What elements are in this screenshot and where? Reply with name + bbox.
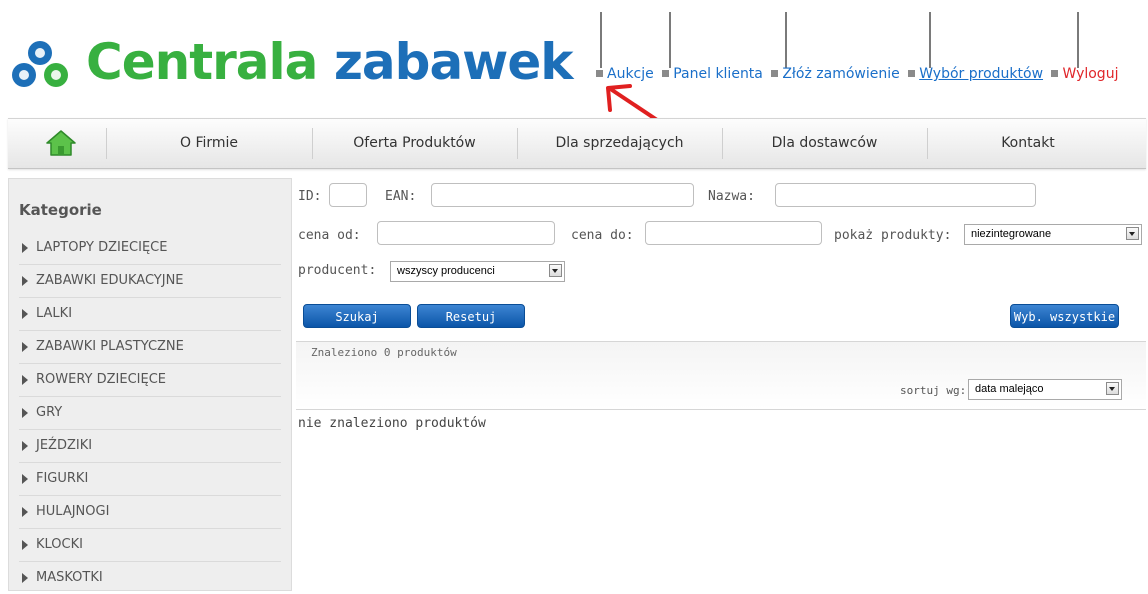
header-divider-line (1077, 12, 1079, 68)
category-label: LALKI (36, 306, 73, 321)
triangle-right-icon (22, 374, 28, 385)
id-input[interactable] (329, 183, 367, 207)
ean-label: EAN: (385, 189, 417, 204)
category-item[interactable]: FIGURKI (19, 463, 281, 496)
triangle-right-icon (22, 308, 28, 319)
category-label: KLOCKI (36, 537, 83, 552)
category-item[interactable]: LALKI (19, 298, 281, 331)
chevron-down-icon[interactable] (1126, 227, 1139, 240)
bullet-square-icon (771, 70, 779, 77)
category-item[interactable]: MASKOTKI (19, 562, 281, 594)
category-item[interactable]: HULAJNOGI (19, 496, 281, 529)
category-sidebar: Kategorie LAPTOPY DZIECIĘCE ZABAWKI EDUK… (8, 178, 292, 591)
sidebar-title: Kategorie (19, 201, 102, 219)
sort-label: sortuj wg: (900, 384, 967, 397)
no-results-message: nie znaleziono produktów (298, 416, 486, 431)
bullet-square-icon (596, 70, 603, 77)
sort-select[interactable]: data malejąco (968, 379, 1122, 400)
logo-word-2: zabawek (333, 33, 574, 91)
bullet-square-icon (662, 70, 670, 77)
logo-balls-icon (12, 41, 68, 87)
triangle-right-icon (22, 242, 28, 253)
results-toolbar: Znaleziono 0 produktów sortuj wg: data m… (296, 341, 1146, 410)
triangle-right-icon (22, 539, 28, 550)
header-divider-line (929, 12, 931, 68)
topnav-link-wyloguj[interactable]: Wyloguj (1062, 66, 1118, 82)
ean-input[interactable] (431, 183, 694, 207)
producer-label: producent: (298, 263, 377, 278)
logo-word-1: Centrala (86, 33, 318, 91)
menu-item-oferta-produktow[interactable]: Oferta Produktów (313, 119, 516, 168)
triangle-right-icon (22, 572, 28, 583)
category-item[interactable]: ZABAWKI EDUKACYJNE (19, 265, 281, 298)
chevron-down-icon[interactable] (549, 264, 562, 277)
menu-item-dla-sprzedajacych[interactable]: Dla sprzedających (518, 119, 721, 168)
header-divider-line (600, 12, 602, 68)
header-divider-line (669, 12, 671, 68)
menu-item-dla-dostawcow[interactable]: Dla dostawców (723, 119, 926, 168)
category-label: HULAJNOGI (36, 504, 110, 519)
menu-item-o-firmie[interactable]: O Firmie (107, 119, 311, 168)
category-label: JEŹDZIKI (36, 438, 93, 453)
triangle-right-icon (22, 341, 28, 352)
category-item[interactable]: LAPTOPY DZIECIĘCE (19, 232, 281, 265)
triangle-right-icon (22, 506, 28, 517)
producer-value: wszyscy producenci (397, 265, 495, 277)
category-item[interactable]: KLOCKI (19, 529, 281, 562)
topnav-link-wybor-produktow[interactable]: Wybór produktów (919, 66, 1043, 82)
chevron-down-icon[interactable] (1106, 382, 1119, 395)
category-label: LAPTOPY DZIECIĘCE (36, 240, 168, 255)
category-item[interactable]: ROWERY DZIECIĘCE (19, 364, 281, 397)
select-all-button[interactable]: Wyb. wszystkie (1010, 304, 1119, 328)
price-to-label: cena do: (571, 228, 634, 243)
category-item[interactable]: GRY (19, 397, 281, 430)
bullet-square-icon (1051, 70, 1059, 77)
triangle-right-icon (22, 473, 28, 484)
logo-text: Centrala zabawek (86, 30, 574, 94)
category-label: FIGURKI (36, 471, 89, 486)
reset-button[interactable]: Resetuj (417, 304, 525, 328)
topnav-link-zloz-zamowienie[interactable]: Złóż zamówienie (782, 66, 899, 82)
results-count: Znaleziono 0 produktów (311, 346, 457, 359)
price-from-input[interactable] (377, 221, 555, 245)
category-label: ZABAWKI EDUKACYJNE (36, 273, 184, 288)
category-item[interactable]: JEŹDZIKI (19, 430, 281, 463)
show-products-select[interactable]: niezintegrowane (964, 224, 1142, 245)
category-label: GRY (36, 405, 63, 420)
category-label: MASKOTKI (36, 570, 103, 585)
category-label: ZABAWKI PLASTYCZNE (36, 339, 184, 354)
bullet-square-icon (908, 70, 916, 77)
price-from-label: cena od: (298, 228, 361, 243)
header-divider-line (785, 12, 787, 68)
triangle-right-icon (22, 407, 28, 418)
show-products-value: niezintegrowane (971, 228, 1052, 240)
triangle-right-icon (22, 275, 28, 286)
category-item[interactable]: ZABAWKI PLASTYCZNE (19, 331, 281, 364)
sort-value: data malejąco (975, 383, 1044, 395)
price-to-input[interactable] (645, 221, 822, 245)
producer-select[interactable]: wszyscy producenci (390, 261, 565, 282)
main-menu-bar: O Firmie Oferta Produktów Dla sprzedając… (8, 118, 1146, 169)
menu-item-kontakt[interactable]: Kontakt (928, 119, 1128, 168)
name-input[interactable] (775, 183, 1036, 207)
name-label: Nazwa: (708, 189, 755, 204)
show-products-label: pokaż produkty: (834, 228, 952, 243)
triangle-right-icon (22, 440, 28, 451)
home-icon[interactable] (46, 130, 76, 156)
id-label: ID: (298, 189, 322, 204)
search-button[interactable]: Szukaj (303, 304, 411, 328)
category-label: ROWERY DZIECIĘCE (36, 372, 166, 387)
